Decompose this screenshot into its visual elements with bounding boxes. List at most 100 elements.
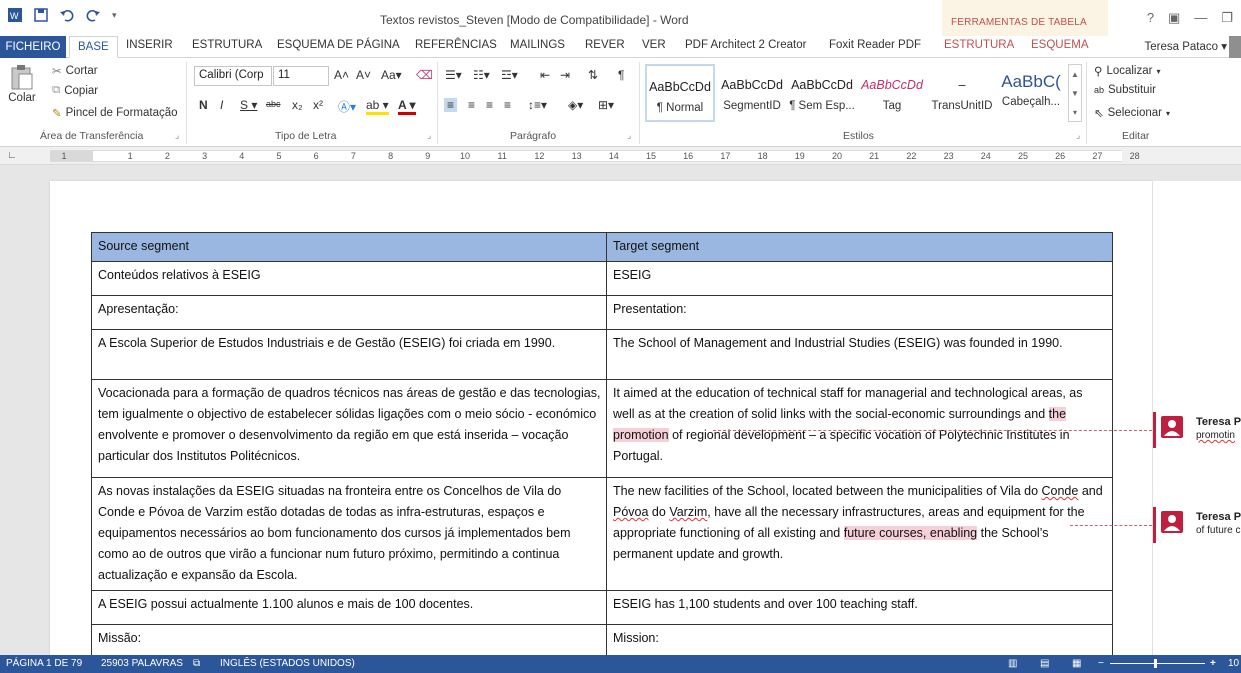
web-layout-icon[interactable]: ▦ [1072,658,1081,669]
customize-toolbar-icon[interactable]: ▾ [112,8,126,22]
tab-inserir[interactable]: INSERIR [126,39,173,51]
align-center-icon[interactable]: ≡ [468,98,475,112]
paste-button[interactable]: Colar [6,64,38,104]
tab-esquema-de-pagina[interactable]: ESQUEMA DE PÁGINA [277,39,400,51]
restore-button[interactable]: ❐ [1221,10,1233,26]
tab-foxit-reader[interactable]: Foxit Reader PDF [829,39,921,51]
numbering-icon[interactable]: ☷▾ [473,68,490,82]
justify-icon[interactable]: ≡ [504,98,511,112]
subscript-icon[interactable]: x₂ [292,98,303,112]
spelling-error[interactable]: Conde [1042,484,1079,498]
strikethrough-icon[interactable]: abc [266,99,281,109]
word-count[interactable]: 25903 PALAVRAS [101,658,183,669]
style-tag[interactable]: AaBbCcDd Tag [857,64,927,122]
target-cell[interactable]: Presentation: [606,295,1113,330]
ribbon-display-button[interactable]: ▣ [1168,10,1180,26]
comment-balloon[interactable]: Teresa Pa promotin [1153,412,1241,448]
styles-gallery-scroll[interactable]: ▲ ▼ ▾ [1068,64,1082,122]
tab-estrutura[interactable]: ESTRUTURA [192,39,262,51]
tab-base[interactable]: BASE [69,36,118,58]
font-launcher-icon[interactable]: ⌟ [427,130,431,141]
clipboard-launcher-icon[interactable]: ⌟ [175,130,179,141]
clear-formatting-icon[interactable]: ⌫ [416,68,433,82]
user-account[interactable]: Teresa Pataco ▾ [1145,39,1227,53]
spelling-error[interactable]: Varzim [669,505,707,519]
tab-mailings[interactable]: MAILINGS [510,39,565,51]
style-segmentid[interactable]: AaBbCcDd SegmentID [717,64,787,122]
target-cell[interactable]: It aimed at the education of technical s… [606,379,1113,478]
font-size-box[interactable]: 11 [273,66,329,86]
tab-table-estrutura[interactable]: ESTRUTURA [944,39,1014,51]
highlight-color-icon[interactable]: ab ▾ [366,98,389,115]
document-page[interactable]: Source segment Target segment Conteúdos … [50,181,1152,655]
page-count[interactable]: PÁGINA 1 DE 79 [6,658,82,669]
zoom-slider-thumb[interactable] [1154,659,1157,668]
tab-ficheiro[interactable]: FICHEIRO [0,36,66,58]
source-cell[interactable]: Vocacionada para a formação de quadros t… [91,379,607,478]
find-button[interactable]: ⚲ Localizar ▾ [1094,64,1160,78]
print-layout-icon[interactable]: ▤ [1040,658,1049,669]
italic-icon[interactable]: I [220,98,223,112]
bold-icon[interactable]: N [199,98,208,112]
text-effects-icon[interactable]: Ⓐ▾ [338,98,356,115]
redo-icon[interactable] [86,8,100,22]
paragraph-launcher-icon[interactable]: ⌟ [627,130,631,141]
source-cell[interactable]: Conteúdos relativos à ESEIG [91,261,607,296]
decrease-indent-icon[interactable]: ⇤ [540,68,550,82]
font-color-icon[interactable]: A ▾ [398,98,416,115]
line-spacing-icon[interactable]: ↕≡▾ [528,98,547,112]
cut-button[interactable]: ✂ Cortar [52,64,98,78]
tab-pdf-architect[interactable]: PDF Architect 2 Creator [685,39,806,51]
undo-icon[interactable] [60,8,74,22]
font-family-box[interactable]: Calibri (Corp [194,66,272,86]
replace-button[interactable]: ab Substituir [1094,84,1156,96]
target-cell[interactable]: The School of Management and Industrial … [606,329,1113,380]
zoom-out-icon[interactable]: − [1098,658,1104,669]
avatar[interactable] [1229,36,1241,58]
target-cell[interactable]: Mission: [606,624,1113,655]
select-button[interactable]: ⇖ Selecionar ▾ [1094,106,1170,120]
shrink-font-icon[interactable]: A˅ [356,68,371,82]
copy-button[interactable]: ⧉ Copiar [52,84,98,97]
header-target[interactable]: Target segment [606,232,1113,262]
zoom-in-icon[interactable]: + [1210,658,1216,669]
target-cell[interactable]: ESEIG [606,261,1113,296]
source-cell[interactable]: Missão: [91,624,607,655]
sort-icon[interactable]: ⇅ [588,68,598,82]
tab-ver[interactable]: VER [642,39,666,51]
superscript-icon[interactable]: x² [313,98,323,112]
source-cell[interactable]: A ESEIG possui actualmente 1.100 alunos … [91,590,607,625]
style-cabecalho[interactable]: AaBbC( Cabeçalh... [996,64,1066,122]
header-source[interactable]: Source segment [91,232,607,262]
target-cell[interactable]: The new facilities of the School, locate… [606,477,1113,591]
source-cell[interactable]: A Escola Superior de Estudos Industriais… [91,329,607,380]
multilevel-list-icon[interactable]: ☲▾ [501,68,518,82]
tab-rever[interactable]: REVER [585,39,625,51]
style-normal[interactable]: AaBbCcDd ¶ Normal [645,64,715,122]
borders-icon[interactable]: ⊞▾ [598,98,614,112]
format-painter-button[interactable]: ✎ Pincel de Formatação [52,106,178,120]
shading-icon[interactable]: ◈▾ [568,98,583,112]
document-workspace[interactable]: Source segment Target segment Conteúdos … [0,165,1241,655]
zoom-slider-track[interactable] [1110,663,1205,664]
minimize-button[interactable]: — [1194,10,1207,26]
help-button[interactable]: ? [1147,10,1154,26]
increase-indent-icon[interactable]: ⇥ [560,68,570,82]
save-icon[interactable] [34,8,48,22]
commented-text[interactable]: future courses, enabling [843,526,978,540]
align-right-icon[interactable]: ≡ [486,98,493,112]
spelling-error[interactable]: Póvoa [613,505,648,519]
bullets-icon[interactable]: ☰▾ [445,68,462,82]
underline-icon[interactable]: S ▾ [240,98,257,112]
style-sem-espacamento[interactable]: AaBbCcDd ¶ Sem Esp... [787,64,857,122]
align-left-icon[interactable]: ≡ [444,98,458,112]
change-case-icon[interactable]: Aa▾ [381,68,402,82]
horizontal-ruler[interactable]: ∟ 1 1 2 3 4 5 6 7 8 9 10 11 12 13 14 15 16 17 18 19 20 21 22 23… [0,147,1241,165]
language-indicator[interactable]: INGLÊS (ESTADOS UNIDOS) [220,658,355,669]
source-cell[interactable]: As novas instalações da ESEIG situadas n… [91,477,607,591]
grow-font-icon[interactable]: A˄ [334,68,349,82]
style-transunitid[interactable]: – TransUnitID [927,64,997,122]
proofing-icon[interactable]: ⧉ [193,658,200,669]
zoom-level[interactable]: 10 [1228,658,1239,669]
tab-table-esquema[interactable]: ESQUEMA [1031,39,1089,51]
